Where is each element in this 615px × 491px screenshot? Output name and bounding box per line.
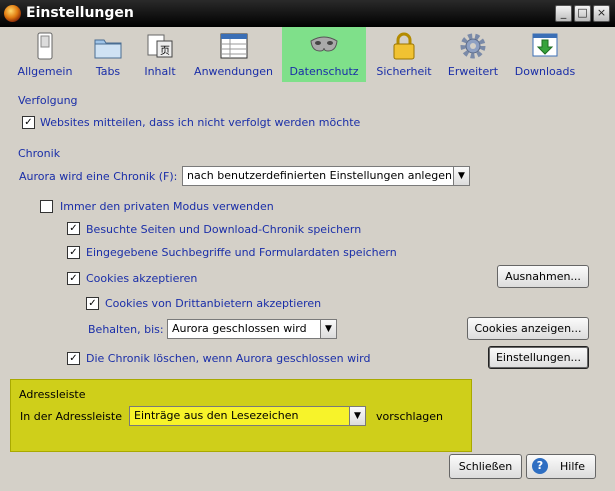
history-settings-button[interactable]: Einstellungen... xyxy=(488,346,589,369)
addressbar-suggest-value: Einträge aus den Lesezeichen xyxy=(134,409,299,422)
keep-until-label: Behalten, bis: xyxy=(88,323,164,336)
third-party-cookies-label: Cookies von Drittanbietern akzeptieren xyxy=(105,297,322,310)
chevron-down-icon: ▼ xyxy=(453,167,469,185)
dnt-label: Websites mitteilen, dass ich nicht verfo… xyxy=(40,116,361,129)
chevron-down-icon: ▼ xyxy=(349,407,365,425)
tab-inhalt[interactable]: 页 Inhalt xyxy=(139,27,181,82)
tab-allgemein[interactable]: Allgemein xyxy=(12,27,78,82)
visited-history-label: Besuchte Seiten und Download-Chronik spe… xyxy=(86,223,362,236)
folder-tabs-icon xyxy=(94,39,122,59)
private-mode-label: Immer den privaten Modus verwenden xyxy=(60,200,274,213)
tab-label: Sicherheit xyxy=(376,65,432,78)
addressbar-suggest-select[interactable]: Einträge aus den Lesezeichen ▼ xyxy=(129,406,366,426)
tab-label: Inhalt xyxy=(144,65,176,78)
tab-label: Anwendungen xyxy=(194,65,273,78)
help-label: Hilfe xyxy=(560,460,586,473)
tab-label: Tabs xyxy=(95,65,121,78)
tracking-heading: Verfolgung xyxy=(18,94,78,107)
switch-icon xyxy=(37,32,53,60)
app-logo-icon xyxy=(4,5,21,22)
private-mode-checkbox[interactable] xyxy=(40,200,53,213)
close-window-button[interactable]: × xyxy=(593,5,610,22)
keep-until-value: Aurora geschlossen wird xyxy=(172,322,307,335)
help-icon: ? xyxy=(532,458,548,474)
help-button[interactable]: ? Hilfe xyxy=(526,454,596,479)
history-mode-select[interactable]: nach benutzerdefinierten Einstellungen a… xyxy=(182,166,470,186)
content-icon: 页 xyxy=(147,34,173,58)
accept-cookies-label: Cookies akzeptieren xyxy=(86,272,198,285)
gear-icon xyxy=(460,33,486,59)
history-mode-value: nach benutzerdefinierten Einstellungen a… xyxy=(187,169,452,182)
mask-icon xyxy=(310,36,338,52)
tab-anwendungen[interactable]: Anwendungen xyxy=(191,27,276,82)
download-icon xyxy=(532,33,558,57)
tab-downloads[interactable]: Downloads xyxy=(511,27,579,82)
exceptions-button[interactable]: Ausnahmen... xyxy=(497,265,589,288)
keep-until-select[interactable]: Aurora geschlossen wird ▼ xyxy=(167,319,337,339)
visited-history-checkbox[interactable]: ✓ xyxy=(67,222,80,235)
close-button[interactable]: Schließen xyxy=(449,454,522,479)
accept-cookies-checkbox[interactable]: ✓ xyxy=(67,272,80,285)
maximize-button[interactable]: □ xyxy=(574,5,591,22)
dnt-checkbox[interactable]: ✓ xyxy=(22,116,35,129)
tab-datenschutz[interactable]: Datenschutz xyxy=(282,27,366,82)
third-party-cookies-checkbox[interactable]: ✓ xyxy=(86,297,99,310)
tab-label: Downloads xyxy=(514,65,576,78)
addressbar-heading: Adressleiste xyxy=(19,388,86,401)
tab-label: Allgemein xyxy=(17,65,73,78)
history-mode-label: Aurora wird eine Chronik (F): xyxy=(19,170,178,183)
tab-tabs[interactable]: Tabs xyxy=(85,27,131,82)
addressbar-prefix-label: In der Adressleiste xyxy=(20,410,122,423)
applications-icon xyxy=(220,33,247,59)
svg-text:页: 页 xyxy=(160,45,170,57)
tab-erweitert[interactable]: Erweitert xyxy=(443,27,503,82)
tab-label: Erweitert xyxy=(447,65,499,78)
clear-history-label: Die Chronik löschen, wenn Aurora geschlo… xyxy=(86,352,371,365)
clear-history-checkbox[interactable]: ✓ xyxy=(67,352,80,365)
tab-label: Datenschutz xyxy=(289,65,359,78)
show-cookies-button[interactable]: Cookies anzeigen... xyxy=(467,317,589,340)
history-heading: Chronik xyxy=(18,147,61,160)
minimize-button[interactable]: _ xyxy=(555,5,572,22)
lock-icon xyxy=(393,32,415,60)
window-title: Einstellungen xyxy=(26,5,134,21)
tab-sicherheit[interactable]: Sicherheit xyxy=(374,27,434,82)
search-history-checkbox[interactable]: ✓ xyxy=(67,246,80,259)
search-history-label: Eingegebene Suchbegriffe und Formulardat… xyxy=(86,246,397,259)
addressbar-suffix-label: vorschlagen xyxy=(376,410,444,423)
preferences-toolbar: Allgemein Tabs 页 Inhalt Anwendungen Date… xyxy=(0,27,615,82)
chevron-down-icon: ▼ xyxy=(320,320,336,338)
